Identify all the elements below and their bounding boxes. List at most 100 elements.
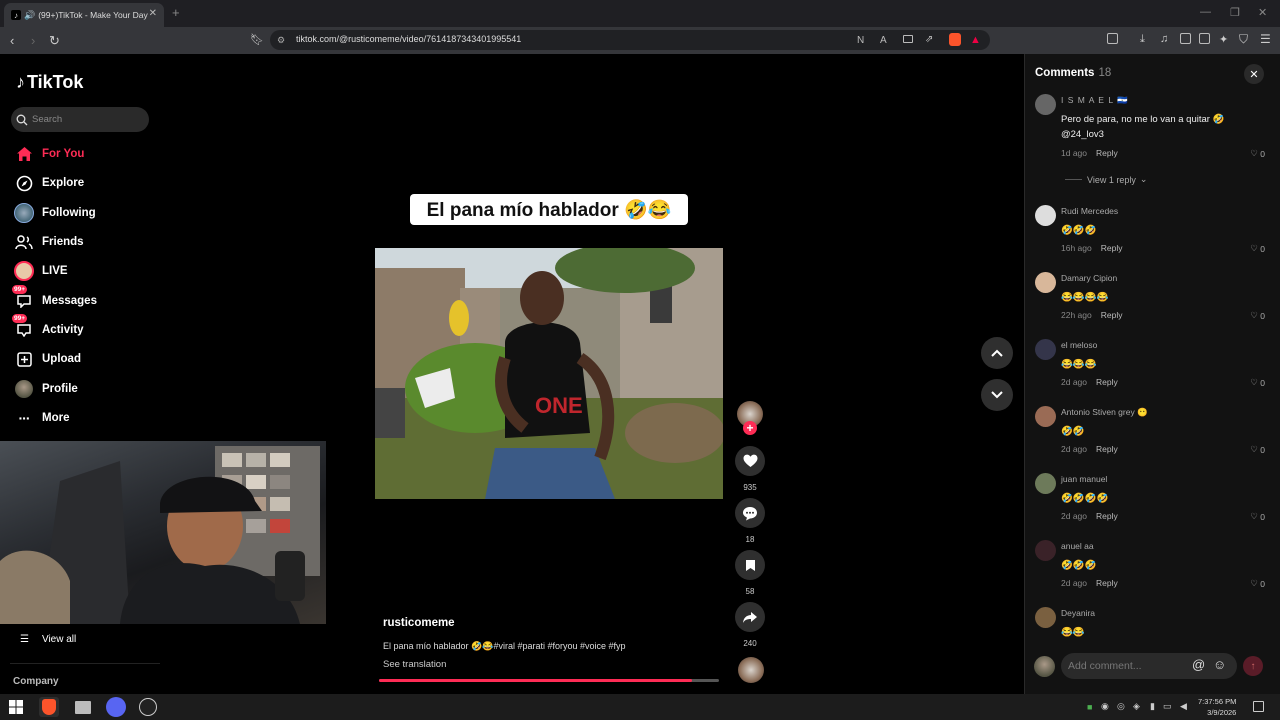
site-info-icon[interactable]: ⚙ xyxy=(277,35,285,46)
commenter-avatar[interactable] xyxy=(1035,205,1056,226)
sidebar-item-upload[interactable]: Upload xyxy=(14,348,81,370)
sidebar-item-more[interactable]: ··· More xyxy=(14,407,70,429)
save-button[interactable]: 58 xyxy=(735,550,765,596)
commenter-avatar[interactable] xyxy=(1035,272,1056,293)
reply-button[interactable]: Reply xyxy=(1096,578,1118,588)
speaker-icon[interactable]: 🔊 xyxy=(24,10,35,21)
mention-icon[interactable]: @ xyxy=(1192,657,1205,672)
network-tray-icon[interactable]: ▭ xyxy=(1163,701,1172,712)
translate-icon[interactable]: A xyxy=(880,35,887,46)
view-all-link[interactable]: ☰ View all xyxy=(20,634,76,645)
sidebar-item-following[interactable]: Following xyxy=(14,202,96,224)
nvidia-tray-icon[interactable]: ■ xyxy=(1087,702,1092,712)
app-tray-icon[interactable]: ◎ xyxy=(1117,701,1125,712)
notification-icon[interactable] xyxy=(1253,701,1264,712)
restore-button[interactable]: ❐ xyxy=(1230,6,1240,19)
downloads-icon[interactable]: ⤓ xyxy=(1140,33,1145,46)
commenter-name[interactable]: el meloso xyxy=(1061,340,1097,350)
minimize-button[interactable]: — xyxy=(1200,6,1211,18)
taskbar-clock[interactable]: 7:37:56 PM 3/9/2026 xyxy=(1198,696,1236,718)
vpn-shield-icon[interactable]: ⛉ xyxy=(1239,32,1248,47)
commenter-avatar[interactable] xyxy=(1035,473,1056,494)
microphone-tray-icon[interactable]: ▮ xyxy=(1150,701,1155,712)
volume-tray-icon[interactable]: ◀ xyxy=(1180,701,1187,712)
add-comment-input[interactable]: Add comment... xyxy=(1061,653,1237,679)
new-tab-button[interactable]: + xyxy=(172,5,180,20)
video-player[interactable]: ONE xyxy=(375,248,723,499)
company-link[interactable]: Company xyxy=(13,676,59,687)
sidebar-item-activity[interactable]: 99+ Activity xyxy=(12,314,84,341)
file-explorer-icon[interactable] xyxy=(73,697,93,717)
obs-icon[interactable] xyxy=(138,697,158,717)
share-button[interactable]: 240 xyxy=(735,602,765,648)
menu-icon[interactable]: ☰ xyxy=(1260,32,1271,46)
brave-rewards-icon[interactable]: ▲ xyxy=(970,34,981,46)
comment-button[interactable]: 18 xyxy=(735,498,765,544)
sidebar-item-explore[interactable]: Explore xyxy=(14,172,84,194)
commenter-name[interactable]: Deyanira xyxy=(1061,608,1095,618)
brave-browser-icon[interactable] xyxy=(39,697,59,717)
next-video-button[interactable] xyxy=(981,379,1013,411)
comment-like[interactable]: ♡ 0 xyxy=(1250,310,1265,321)
close-comments-button[interactable]: ✕ xyxy=(1244,64,1264,84)
comment-like[interactable]: ♡ 0 xyxy=(1250,444,1265,455)
forward-button[interactable]: › xyxy=(31,33,35,48)
see-translation-link[interactable]: See translation xyxy=(383,659,446,670)
commenter-name[interactable]: juan manuel xyxy=(1061,474,1107,484)
reply-button[interactable]: Reply xyxy=(1101,310,1123,320)
sidebar-item-messages[interactable]: 99+ Messages xyxy=(12,285,97,312)
wallet-icon[interactable] xyxy=(1199,33,1210,44)
close-window-button[interactable]: ✕ xyxy=(1258,6,1267,19)
discord-icon[interactable] xyxy=(106,697,126,717)
headset-tray-icon[interactable]: ◉ xyxy=(1101,701,1109,712)
commenter-name[interactable]: Rudi Mercedes xyxy=(1061,206,1118,216)
tiktok-logo[interactable]: ♪ TikTok xyxy=(16,72,83,93)
music-icon[interactable]: ♫ xyxy=(1160,33,1168,45)
video-author[interactable]: rusticomeme xyxy=(383,617,455,629)
creator-avatar[interactable]: + xyxy=(735,401,765,435)
leo-ai-icon[interactable]: ✦ xyxy=(1219,33,1228,46)
commenter-name[interactable]: anuel aa xyxy=(1061,541,1094,551)
sidebar-item-for-you[interactable]: For You xyxy=(14,143,84,165)
windows-start-icon[interactable] xyxy=(6,697,26,717)
music-disc-icon[interactable] xyxy=(738,657,764,683)
reader-icon[interactable] xyxy=(903,35,913,43)
commenter-avatar[interactable] xyxy=(1035,406,1056,427)
comment-like[interactable]: ♡ 0 xyxy=(1250,578,1265,589)
follow-plus-icon[interactable]: + xyxy=(743,421,757,435)
comment-like[interactable]: ♡ 0 xyxy=(1250,243,1265,254)
share-icon[interactable]: ⇗ xyxy=(925,34,933,45)
send-comment-button[interactable]: ↑ xyxy=(1243,656,1263,676)
commenter-name[interactable]: Damary Cipion xyxy=(1061,273,1117,283)
comment-like[interactable]: ♡ 0 xyxy=(1250,511,1265,522)
sidebar-toggle-icon[interactable] xyxy=(1107,33,1118,44)
reply-button[interactable]: Reply xyxy=(1096,148,1118,158)
commenter-avatar[interactable] xyxy=(1035,607,1056,628)
sidebar-item-profile[interactable]: Profile xyxy=(14,378,78,400)
comment-like[interactable]: ♡ 0 xyxy=(1250,377,1265,388)
view-replies-button[interactable]: View 1 reply ⌄ xyxy=(1065,174,1147,185)
emoji-icon[interactable]: ☺ xyxy=(1213,657,1226,672)
security-tray-icon[interactable]: ◈ xyxy=(1133,701,1140,712)
reply-button[interactable]: Reply xyxy=(1096,377,1118,387)
browser-tab[interactable]: ♪ 🔊 (99+)TikTok - Make Your Day ✕ xyxy=(4,3,164,27)
commenter-name[interactable]: I S M A E L 🇸🇻 xyxy=(1061,95,1129,106)
commenter-avatar[interactable] xyxy=(1035,540,1056,561)
like-button[interactable]: 935 xyxy=(735,446,765,492)
sidebar-item-live[interactable]: LIVE xyxy=(14,260,68,282)
comment-like[interactable]: ♡ 0 xyxy=(1250,148,1265,159)
url-text[interactable]: tiktok.com/@rusticomeme/video/7614187343… xyxy=(296,34,521,44)
search-input[interactable]: Search xyxy=(11,107,149,132)
reply-button[interactable]: Reply xyxy=(1096,511,1118,521)
close-tab-icon[interactable]: ✕ xyxy=(149,8,157,19)
commenter-avatar[interactable] xyxy=(1035,339,1056,360)
reply-button[interactable]: Reply xyxy=(1101,243,1123,253)
brave-shield-icon[interactable] xyxy=(949,33,961,46)
previous-video-button[interactable] xyxy=(981,337,1013,369)
sidebar-item-friends[interactable]: Friends xyxy=(14,231,84,253)
commenter-avatar[interactable] xyxy=(1035,94,1056,115)
back-button[interactable]: ‹ xyxy=(10,33,14,48)
reply-button[interactable]: Reply xyxy=(1096,444,1118,454)
video-progress-bar[interactable] xyxy=(379,679,719,682)
reload-button[interactable]: ↻ xyxy=(49,33,60,49)
